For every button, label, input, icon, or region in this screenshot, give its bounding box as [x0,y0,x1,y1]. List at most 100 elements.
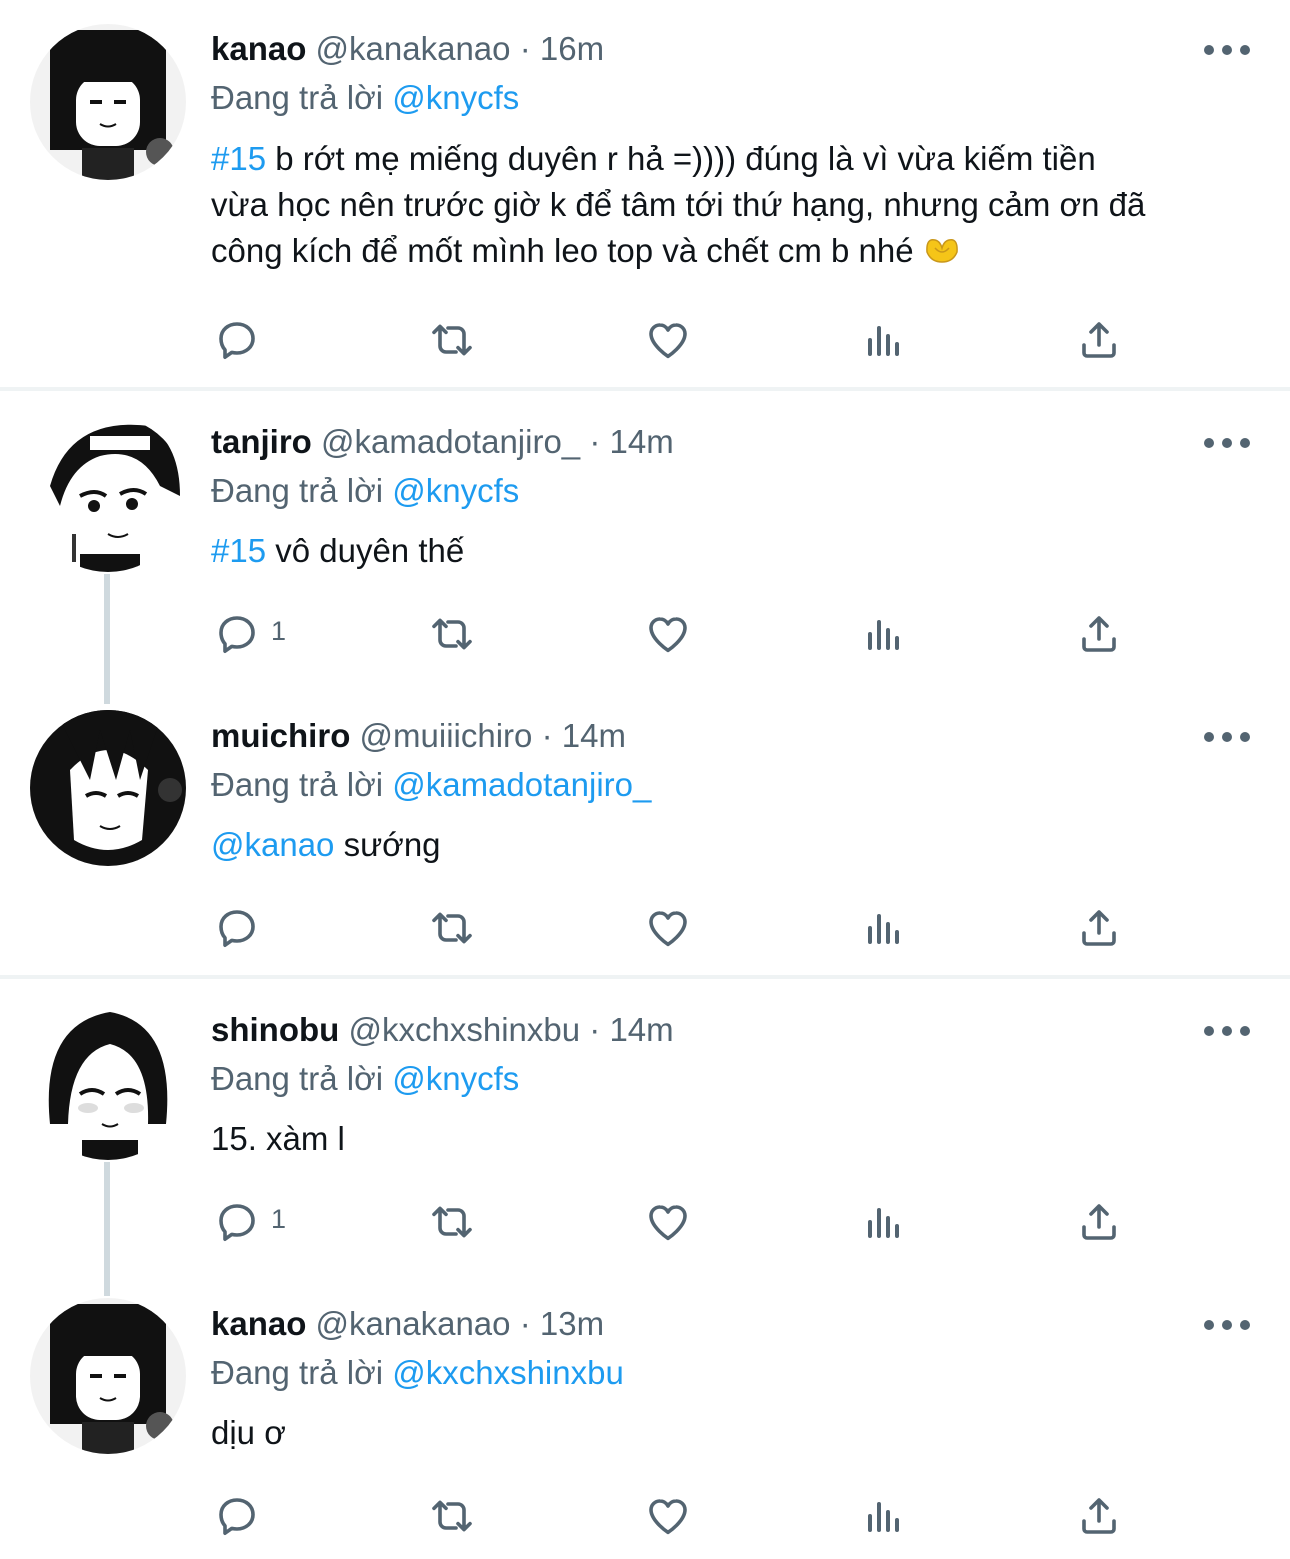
timestamp[interactable]: 14m [562,717,626,754]
retweet-button[interactable] [428,610,476,660]
reply-count: 1 [271,616,287,646]
hashtag-link[interactable]: #15 [211,140,266,177]
replying-prefix: Đang trả lời [211,1354,384,1391]
replying-to: Đang trả lời @knycfs [211,469,519,513]
tweet-text-line: vô duyên thế [266,532,465,569]
replying-to-mention[interactable]: @knycfs [392,472,519,509]
tweet-actions: 1 [0,610,1290,660]
user-handle[interactable]: @muiiichiro [360,717,533,754]
ellipsis-icon [1204,732,1214,742]
more-options-button[interactable] [1204,727,1250,747]
replying-prefix: Đang trả lời [211,472,384,509]
more-options-button[interactable] [1204,40,1250,60]
share-button[interactable] [1075,610,1123,660]
replying-to: Đang trả lời @kxchxshinxbu [211,1351,624,1395]
more-options-button[interactable] [1204,1315,1250,1335]
replying-to-mention[interactable]: @knycfs [392,1060,519,1097]
ellipsis-icon [1204,45,1214,55]
reply-button[interactable]: 1 [213,610,286,660]
user-handle[interactable]: @kanakanao [316,1305,511,1342]
share-button[interactable] [1075,904,1123,954]
speech-bubble-icon [213,1198,261,1246]
views-button[interactable] [860,904,908,954]
separator-dot: · [519,30,531,67]
replying-to: Đang trả lời @knycfs [211,76,519,120]
speech-bubble-icon [213,904,261,952]
replying-to-mention[interactable]: @kamadotanjiro_ [392,766,651,803]
display-name[interactable]: kanao [211,30,306,67]
separator-dot: · [589,423,601,460]
like-button[interactable] [644,610,692,660]
tweet-divider [0,387,1290,391]
views-button[interactable] [860,1198,908,1248]
replying-to-mention[interactable]: @knycfs [392,79,519,116]
replying-to: Đang trả lời @kamadotanjiro_ [211,763,651,807]
retweet-arrows-icon [428,316,476,364]
like-button[interactable] [644,316,692,366]
display-name[interactable]: tanjiro [211,423,312,460]
retweet-arrows-icon [428,904,476,952]
retweet-button[interactable] [428,1492,476,1542]
display-name[interactable]: muichiro [211,717,350,754]
tweet-actions [0,904,1290,954]
share-button[interactable] [1075,1198,1123,1248]
views-button[interactable] [860,316,908,366]
like-button[interactable] [644,1492,692,1542]
bar-chart-icon [860,1492,908,1540]
user-handle[interactable]: @kxchxshinxbu [348,1011,580,1048]
heart-hands-emoji-icon [925,239,958,263]
avatar-image [30,416,186,572]
avatar[interactable] [30,416,186,572]
reply-button[interactable] [213,316,261,366]
timestamp[interactable]: 16m [540,30,604,67]
share-button[interactable] [1075,316,1123,366]
avatar[interactable] [30,710,186,866]
tweet-text: #15 vô duyên thế [211,528,1251,574]
timestamp[interactable]: 13m [540,1305,604,1342]
retweet-button[interactable] [428,1198,476,1248]
retweet-arrows-icon [428,1198,476,1246]
separator-dot: · [519,1305,531,1342]
tweet-header: kanao @kanakanao · 16m [211,27,604,71]
retweet-arrows-icon [428,1492,476,1540]
tweet-actions: 1 [0,1198,1290,1248]
bar-chart-icon [860,904,908,952]
reply-button[interactable] [213,904,261,954]
speech-bubble-icon [213,610,261,658]
hashtag-link[interactable]: #15 [211,532,266,569]
user-handle[interactable]: @kanakanao [316,30,511,67]
tweet-text-line: 15. xàm l [211,1120,345,1157]
tweet-text: #15 b rớt mẹ miếng duyên r hả =)))) đúng… [211,136,1251,274]
views-button[interactable] [860,1492,908,1542]
reply-button[interactable] [213,1492,261,1542]
retweet-button[interactable] [428,316,476,366]
avatar[interactable] [30,1004,186,1160]
display-name[interactable]: kanao [211,1305,306,1342]
share-button[interactable] [1075,1492,1123,1542]
avatar-image [30,710,186,866]
display-name[interactable]: shinobu [211,1011,339,1048]
avatar-image [30,1298,186,1454]
tweet-actions [0,316,1290,366]
user-handle[interactable]: @kamadotanjiro_ [321,423,580,460]
tweet-divider [0,975,1290,979]
tweet-header: kanao @kanakanao · 13m [211,1302,604,1346]
like-button[interactable] [644,904,692,954]
replying-to-mention[interactable]: @kxchxshinxbu [392,1354,624,1391]
share-upload-icon [1075,1198,1123,1246]
views-button[interactable] [860,610,908,660]
timestamp[interactable]: 14m [610,423,674,460]
ellipsis-icon [1204,438,1214,448]
reply-button[interactable]: 1 [213,1198,286,1248]
reply-count: 1 [271,1204,287,1234]
share-upload-icon [1075,1492,1123,1540]
avatar[interactable] [30,24,186,180]
like-button[interactable] [644,1198,692,1248]
retweet-button[interactable] [428,904,476,954]
mention-link[interactable]: @kanao [211,826,334,863]
avatar[interactable] [30,1298,186,1454]
more-options-button[interactable] [1204,433,1250,453]
tweet-header: tanjiro @kamadotanjiro_ · 14m [211,420,674,464]
more-options-button[interactable] [1204,1021,1250,1041]
timestamp[interactable]: 14m [609,1011,673,1048]
